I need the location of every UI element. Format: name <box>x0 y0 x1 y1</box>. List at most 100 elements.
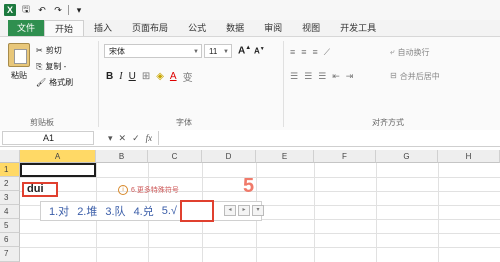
brush-icon: 🖌 <box>36 78 47 87</box>
row-header[interactable]: 1 <box>0 163 20 177</box>
tab-data[interactable]: 数据 <box>216 20 254 36</box>
column-header[interactable]: A <box>20 150 96 163</box>
fill-color-icon[interactable]: ◈ <box>156 71 164 82</box>
font-group-label: 字体 <box>176 118 192 127</box>
phonetic-icon[interactable]: 变 <box>183 69 193 84</box>
tab-file[interactable]: 文件 <box>8 20 45 36</box>
formula-input[interactable] <box>158 131 500 145</box>
ribbon: 粘贴 ✂ 剪切 ⎘ 复制 - 🖌 格式刷 剪贴板 宋体 ▼ 11 ▼ A▲ A▼ B I … <box>0 36 500 131</box>
align-middle-icon[interactable]: ≡ <box>301 47 306 58</box>
font-color-icon[interactable]: A <box>170 71 177 82</box>
row-header[interactable]: 2 <box>0 177 20 191</box>
tab-formulas[interactable]: 公式 <box>178 20 216 36</box>
chevron-down-icon: ▼ <box>223 49 229 55</box>
column-header[interactable]: F <box>314 150 376 163</box>
row-header[interactable]: 3 <box>0 191 20 205</box>
column-header[interactable]: E <box>256 150 314 163</box>
ime-candidate[interactable]: 1.对 <box>49 203 69 219</box>
divider <box>283 41 284 127</box>
align-left-icon[interactable]: ☰ <box>290 71 298 82</box>
divider <box>68 5 69 15</box>
tab-home[interactable]: 开始 <box>44 20 85 36</box>
grow-font-button[interactable]: A▲ <box>238 45 251 56</box>
ribbon-tabs: 文件 开始 插入 页面布局 公式 数据 审阅 视图 开发工具 <box>0 20 500 36</box>
highlight-box <box>180 200 214 222</box>
align-top-icon[interactable]: ≡ <box>290 47 295 58</box>
row-header[interactable]: 5 <box>0 219 20 233</box>
tab-view[interactable]: 视图 <box>292 20 330 36</box>
ime-next-page-icon[interactable]: ▸ <box>238 205 250 216</box>
tab-developer[interactable]: 开发工具 <box>330 20 386 36</box>
undo-icon[interactable]: ↶ <box>36 4 48 16</box>
copy-button[interactable]: ⎘ 复制 - <box>36 59 73 75</box>
name-box[interactable]: A1 <box>2 131 94 145</box>
formula-bar: A1 ▾ ✕ ✓ fx <box>0 130 500 147</box>
orientation-icon[interactable]: ⟋ <box>324 47 330 58</box>
tab-page-layout[interactable]: 页面布局 <box>122 20 178 36</box>
excel-logo-icon: X <box>4 4 16 16</box>
italic-button[interactable]: I <box>119 71 122 82</box>
bold-button[interactable]: B <box>106 71 113 82</box>
chevron-down-icon: ▼ <box>193 49 199 55</box>
ime-more-symbols-tip[interactable]: i 6.更多特殊符号 <box>118 185 179 195</box>
align-right-icon[interactable]: ☰ <box>318 71 326 82</box>
column-header[interactable]: D <box>202 150 256 163</box>
decrease-indent-icon[interactable]: ⇤ <box>332 71 340 82</box>
align-center-icon[interactable]: ☰ <box>304 71 312 82</box>
step-marker: 5 <box>243 175 255 197</box>
gridline <box>314 163 315 262</box>
wrap-text-button[interactable]: ⤶ 自动换行 <box>390 47 429 58</box>
insert-function-icon[interactable]: fx <box>146 133 153 144</box>
column-header[interactable]: H <box>438 150 500 163</box>
redo-icon[interactable]: ↷ <box>52 4 64 16</box>
row-header[interactable]: 7 <box>0 247 20 262</box>
active-cell-a1[interactable] <box>20 163 96 177</box>
customize-qat-icon[interactable]: ▾ <box>73 4 85 16</box>
tab-insert[interactable]: 插入 <box>84 20 122 36</box>
column-header[interactable]: B <box>96 150 148 163</box>
quick-access-toolbar: X 🖫 ↶ ↷ ▾ <box>0 0 500 20</box>
select-all-corner[interactable] <box>0 150 20 163</box>
row-header[interactable]: 4 <box>0 205 20 219</box>
align-row-top: ≡ ≡ ≡ ⟋ <box>290 47 330 58</box>
cut-label: 剪切 <box>45 46 62 55</box>
merge-center-button[interactable]: ⊟ 合并后居中 <box>390 71 440 82</box>
gridline <box>376 163 377 262</box>
increase-indent-icon[interactable]: ⇥ <box>346 71 354 82</box>
paste-icon <box>8 43 30 67</box>
tab-review[interactable]: 审阅 <box>254 20 292 36</box>
ime-prev-page-icon[interactable]: ◂ <box>224 205 236 216</box>
underline-button[interactable]: U <box>129 71 136 82</box>
ime-candidate[interactable]: 3.队 <box>105 203 125 219</box>
chevron-down-icon[interactable]: ▾ <box>108 133 113 144</box>
ime-page-nav: ◂ ▸ ▾ <box>224 205 264 216</box>
shrink-font-button[interactable]: A▼ <box>254 46 265 56</box>
column-header[interactable]: C <box>148 150 202 163</box>
scissors-icon: ✂ <box>36 46 43 55</box>
wrap-text-icon: ⤶ <box>390 47 395 56</box>
clipboard-actions: ✂ 剪切 ⎘ 复制 - 🖌 格式刷 <box>36 43 73 91</box>
ime-candidate-checkmark[interactable]: 5.√ <box>162 205 177 217</box>
paste-button[interactable]: 粘贴 <box>6 43 32 83</box>
align-bottom-icon[interactable]: ≡ <box>313 47 318 58</box>
merge-center-label: 合并后居中 <box>399 72 440 81</box>
save-icon[interactable]: 🖫 <box>20 4 32 16</box>
gridline <box>438 163 439 262</box>
cancel-icon[interactable]: ✕ <box>119 133 127 144</box>
format-painter-button[interactable]: 🖌 格式刷 <box>36 75 73 91</box>
font-name-select[interactable]: 宋体 ▼ <box>104 44 202 58</box>
borders-icon[interactable]: ⊞ <box>142 71 150 82</box>
copy-icon: ⎘ <box>36 62 43 71</box>
enter-icon[interactable]: ✓ <box>132 133 140 144</box>
gridline <box>20 247 500 248</box>
cut-button[interactable]: ✂ 剪切 <box>36 43 73 59</box>
row-header[interactable]: 6 <box>0 233 20 247</box>
ime-tip-text: 6.更多特殊符号 <box>131 187 179 194</box>
ime-candidate[interactable]: 2.堆 <box>77 203 97 219</box>
ime-candidate[interactable]: 4.兑 <box>134 203 154 219</box>
ime-expand-icon[interactable]: ▾ <box>252 205 264 216</box>
ime-composition-input[interactable]: dui <box>22 182 58 197</box>
font-size-select[interactable]: 11 ▼ <box>204 44 232 58</box>
formula-icons: ▾ ✕ ✓ fx <box>108 133 152 144</box>
column-header[interactable]: G <box>376 150 438 163</box>
